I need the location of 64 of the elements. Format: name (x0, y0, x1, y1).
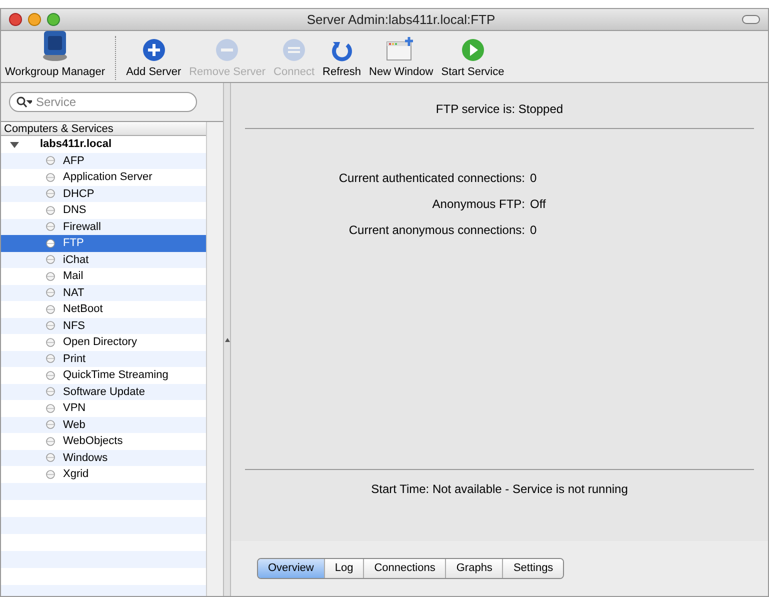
service-item[interactable]: NAT (1, 284, 206, 301)
field-value: 0 (530, 170, 537, 187)
toolbar-button[interactable]: Refresh (318, 38, 366, 80)
status-dot-icon (46, 370, 55, 380)
collapse-arrow-icon (224, 338, 230, 342)
toolbar-button[interactable]: Start Service (437, 38, 508, 80)
status-dot-icon (46, 420, 55, 430)
status-dot-icon (46, 304, 55, 314)
status-dot-icon (46, 222, 55, 232)
status-dot-icon (46, 255, 55, 264)
toolbar-button[interactable]: New Window (365, 36, 438, 80)
close-button[interactable] (9, 13, 22, 26)
service-item[interactable]: AFP (1, 152, 206, 169)
scrollbar-track[interactable] (206, 122, 223, 596)
tab[interactable]: Log (324, 559, 364, 578)
field-label: Current anonymous connections: (348, 222, 525, 239)
service-item[interactable]: DHCP (1, 186, 206, 202)
field-value: 0 (530, 222, 537, 239)
search-icon (16, 96, 32, 108)
minimize-button[interactable] (28, 13, 41, 26)
search-field[interactable]: Service (9, 92, 197, 112)
field-label: Anonymous FTP: (431, 196, 525, 213)
zoom-button[interactable] (47, 13, 60, 26)
service-item[interactable]: FTP (1, 235, 206, 252)
status-dot-icon (46, 321, 55, 330)
disclosure-triangle-icon[interactable] (10, 140, 19, 149)
plus-circle-icon (142, 38, 166, 62)
status-dot-icon (46, 189, 55, 198)
window-title: Server Admin:labs411r.local:FTP (306, 10, 496, 29)
play-icon (460, 38, 485, 62)
tab[interactable]: Overview (258, 559, 325, 578)
tab[interactable]: Settings (503, 559, 564, 578)
status-dot-icon (46, 238, 55, 248)
service-item[interactable]: NFS (1, 318, 206, 334)
status-dot-icon (46, 172, 55, 182)
field-label: Current authenticated connections: (338, 170, 525, 187)
status-dot-icon (46, 206, 55, 215)
server-name: labs411r.local (40, 137, 112, 152)
tab[interactable]: Graphs (446, 559, 504, 578)
service-item[interactable]: Web (1, 416, 206, 433)
service-status: FTP service is: Stopped (436, 101, 564, 118)
toolbar-button[interactable]: Add Server (122, 38, 186, 80)
status-dot-icon (46, 453, 55, 462)
service-item[interactable]: iChat (1, 252, 206, 268)
status-dot-icon (46, 404, 55, 413)
status-dot-icon (46, 338, 55, 347)
status-dot-icon (46, 272, 55, 281)
status-dot-icon (46, 354, 55, 364)
column-header[interactable]: Computers & Services (1, 122, 206, 136)
toolbar-button[interactable]: Workgroup Manager (1, 28, 110, 80)
service-item[interactable]: Windows (1, 450, 206, 466)
start-time-text: Start Time: Not available - Service is not running (371, 480, 628, 498)
status-dot-icon (46, 470, 55, 479)
minus-circle-icon (215, 38, 240, 62)
service-item[interactable]: Software Update (1, 384, 206, 400)
status-dot-icon (46, 156, 55, 166)
toolbar-toggle-button[interactable] (742, 15, 760, 24)
status-dot-icon (46, 387, 55, 396)
tab[interactable]: Connections (364, 559, 446, 578)
status-dot-icon (46, 288, 55, 298)
service-item[interactable]: Firewall (1, 218, 206, 235)
field-value: Off (530, 196, 546, 213)
service-item[interactable]: Print (1, 350, 206, 367)
status-dot-icon (46, 436, 55, 446)
